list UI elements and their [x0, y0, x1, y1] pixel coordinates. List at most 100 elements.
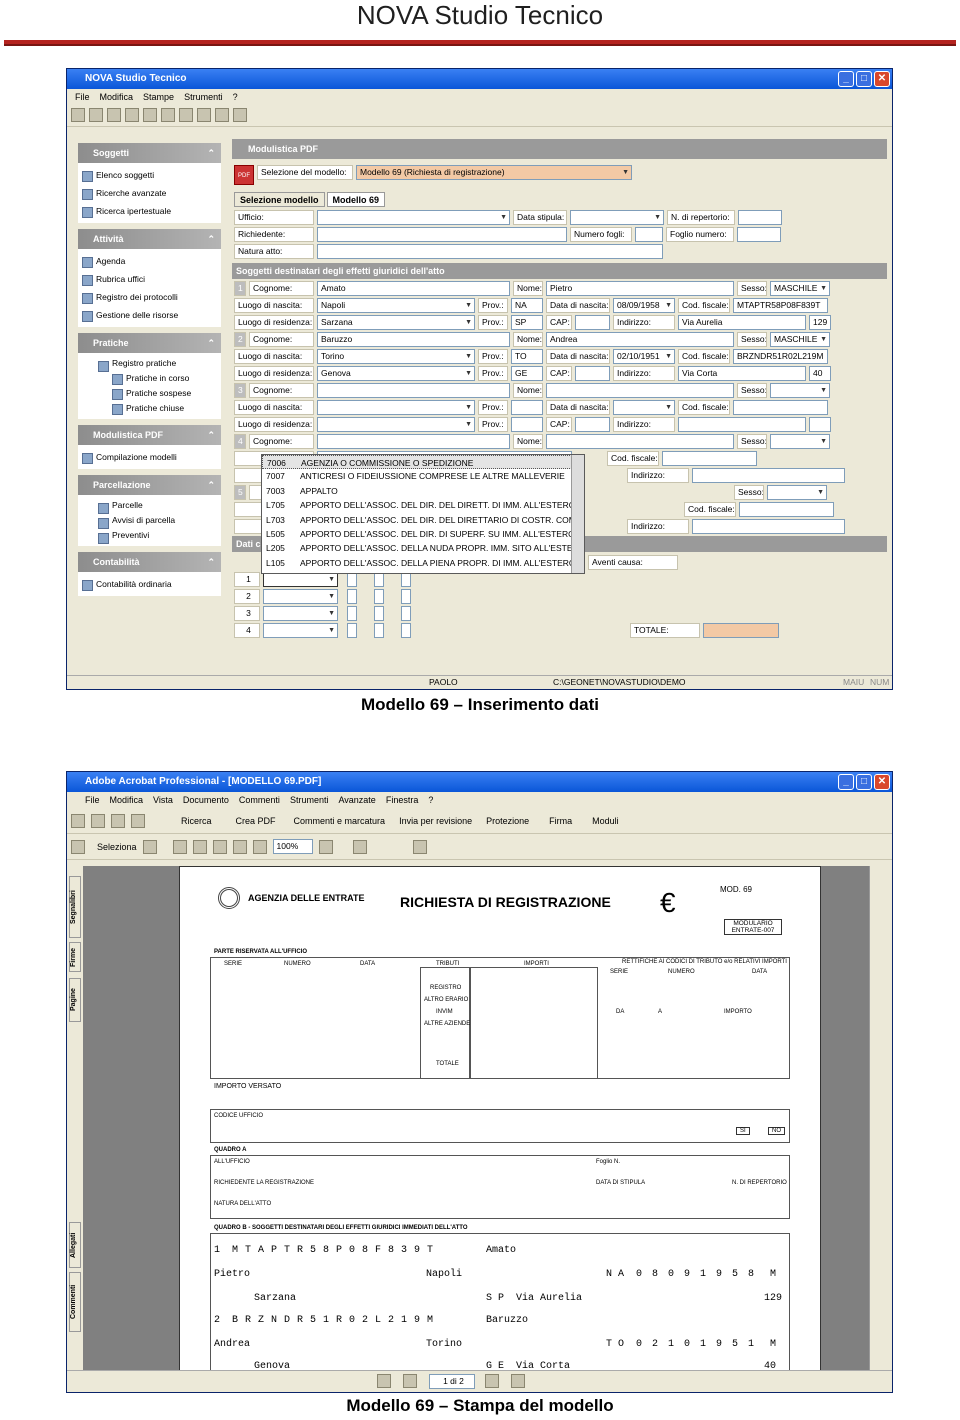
nome-field[interactable]	[546, 434, 734, 449]
email-icon[interactable]	[131, 813, 145, 828]
list-item[interactable]: L205 APPORTO DELL'ASSOC. DELLA NUDA PROPR…	[262, 541, 584, 555]
sidebar-item-pratiche-in-corso[interactable]: Pratiche in corso	[82, 371, 217, 386]
invia-revisione-button[interactable]: Invia per revisione	[399, 816, 472, 826]
cap-field[interactable]	[575, 366, 610, 381]
grid-checkbox[interactable]	[401, 589, 411, 604]
minimize-button[interactable]: _	[838, 774, 854, 790]
sesso-field[interactable]	[770, 434, 830, 449]
numero-fogli-field[interactable]	[635, 227, 663, 242]
snapshot-icon[interactable]	[142, 839, 157, 854]
data-nascita-field[interactable]: 02/10/1951	[613, 349, 675, 364]
menu-file[interactable]: File	[85, 792, 100, 808]
model-select[interactable]: Modello 69 (Richiesta di registrazione)	[356, 165, 632, 180]
grid-checkbox[interactable]	[347, 606, 357, 621]
list-item[interactable]: L505 APPORTO DELL'ASSOC. DEL DIR. DI SUPE…	[262, 527, 584, 541]
cf-field[interactable]: MTAPTR58P08F839T	[733, 298, 828, 313]
menu-documento[interactable]: Documento	[183, 792, 229, 808]
indirizzo-field[interactable]: Via Corta	[678, 366, 806, 381]
grid-checkbox[interactable]	[401, 606, 411, 621]
richiedente-field[interactable]	[317, 227, 567, 242]
page-counter[interactable]: 1 di 2	[429, 1374, 475, 1389]
prov-res-field[interactable]: GE	[511, 366, 543, 381]
cognome-field[interactable]: Amato	[317, 281, 510, 296]
cf-field[interactable]	[733, 400, 828, 415]
print-icon[interactable]	[143, 108, 157, 122]
close-button[interactable]: ✕	[874, 774, 890, 790]
grid-tributo-select[interactable]	[263, 606, 338, 621]
cf-field[interactable]	[662, 451, 757, 466]
help-icon[interactable]	[412, 839, 427, 854]
nascita-field[interactable]: Napoli	[317, 298, 475, 313]
sesso-field[interactable]	[770, 383, 830, 398]
tab-commenti[interactable]: Commenti	[69, 1272, 81, 1332]
sidebar-header-contabilita[interactable]: Contabilità ⌃	[78, 552, 221, 572]
prov-res-field[interactable]: SP	[511, 315, 543, 330]
civico-field[interactable]: 40	[809, 366, 831, 381]
grid-checkbox[interactable]	[374, 589, 384, 604]
prev-page-icon[interactable]	[403, 1374, 417, 1388]
tab-selezione-modello[interactable]: Selezione modello	[234, 192, 325, 207]
sidebar-header-parcellazione[interactable]: Parcellazione ⌃	[78, 475, 221, 495]
residenza-field[interactable]: Genova	[317, 366, 475, 381]
sidebar-header-modulistica[interactable]: Modulistica PDF ⌃	[78, 425, 221, 445]
search-icon[interactable]	[197, 108, 211, 122]
cognome-field[interactable]	[317, 434, 510, 449]
zoom-out-icon[interactable]	[252, 839, 267, 854]
menu-help[interactable]: ?	[428, 792, 433, 808]
cognome-field[interactable]	[317, 383, 510, 398]
sesso-field[interactable]	[767, 485, 827, 500]
menu-avanzate[interactable]: Avanzate	[338, 792, 375, 808]
moduli-button[interactable]: Moduli	[592, 816, 619, 826]
sidebar-item-agenda[interactable]: Agenda	[82, 252, 217, 270]
prov-field[interactable]: TO	[511, 349, 543, 364]
list-item[interactable]: L703 APPORTO DELL'ASSOC. DEL DIR. DEL DIR…	[262, 513, 584, 527]
cap-field[interactable]	[575, 417, 610, 432]
grid-tributo-select[interactable]	[263, 572, 338, 587]
cap-field[interactable]	[575, 315, 610, 330]
sesso-field[interactable]: MASCHILE	[770, 281, 830, 296]
grid-checkbox[interactable]	[374, 623, 384, 638]
menu-help[interactable]: ?	[233, 89, 238, 105]
nome-field[interactable]: Pietro	[546, 281, 734, 296]
select-tool-button[interactable]: Seleziona	[97, 842, 137, 852]
sidebar-item-elenco-soggetti[interactable]: Elenco soggetti	[82, 166, 217, 184]
civico-field[interactable]: 129	[809, 315, 831, 330]
grid-checkbox[interactable]	[401, 572, 411, 587]
open-icon[interactable]	[71, 813, 85, 828]
indirizzo-field[interactable]	[678, 417, 806, 432]
nome-field[interactable]	[546, 383, 734, 398]
prov-field[interactable]	[511, 400, 543, 415]
grid-checkbox[interactable]	[401, 623, 411, 638]
tab-firme[interactable]: Firme	[69, 942, 81, 972]
tab-modello-69[interactable]: Modello 69	[326, 192, 386, 207]
grid-checkbox[interactable]	[347, 589, 357, 604]
sidebar-item-ricerca-ipertestuale[interactable]: Ricerca ipertestuale	[82, 202, 217, 220]
nascita-field[interactable]	[317, 400, 475, 415]
tab-allegati[interactable]: Allegati	[69, 1222, 81, 1268]
prov-res-field[interactable]	[511, 417, 543, 432]
data-nascita-field[interactable]	[613, 400, 675, 415]
sidebar-header-pratiche[interactable]: Pratiche ⌃	[78, 333, 221, 353]
print-icon[interactable]	[111, 813, 125, 828]
cf-field[interactable]	[739, 502, 834, 517]
document-viewer[interactable]: AGENZIA DELLE ENTRATE RICHIESTA DI REGIS…	[83, 866, 881, 1372]
tools-icon[interactable]	[233, 108, 247, 122]
sidebar-item-compilazione-modelli[interactable]: Compilazione modelli	[82, 448, 217, 466]
menu-modifica[interactable]: Modifica	[110, 792, 144, 808]
list-item[interactable]: 7006 AGENZIA O COMMISSIONE O SPEDIZIONE	[262, 455, 584, 470]
cf-field[interactable]: BRZNDR51R02L219M	[733, 349, 828, 364]
menu-modifica[interactable]: Modifica	[100, 89, 134, 105]
new-icon[interactable]	[71, 108, 85, 122]
grid-checkbox[interactable]	[347, 623, 357, 638]
data-nascita-field[interactable]: 08/09/1958	[613, 298, 675, 313]
sidebar-item-registro-pratiche[interactable]: Registro pratiche	[82, 356, 217, 372]
list-item[interactable]: L105 APPORTO DELL'ASSOC. DELLA PIENA PROP…	[262, 556, 584, 570]
fit-page-icon[interactable]	[212, 839, 227, 854]
sidebar-item-preventivi[interactable]: Preventivi	[82, 528, 217, 544]
save-icon[interactable]	[91, 813, 105, 828]
actual-size-icon[interactable]	[192, 839, 207, 854]
sidebar-header-attivita[interactable]: Attività ⌃	[78, 229, 221, 249]
foglio-numero-field[interactable]	[737, 227, 781, 242]
fit-width-icon[interactable]	[232, 839, 247, 854]
natura-field[interactable]	[317, 244, 663, 259]
